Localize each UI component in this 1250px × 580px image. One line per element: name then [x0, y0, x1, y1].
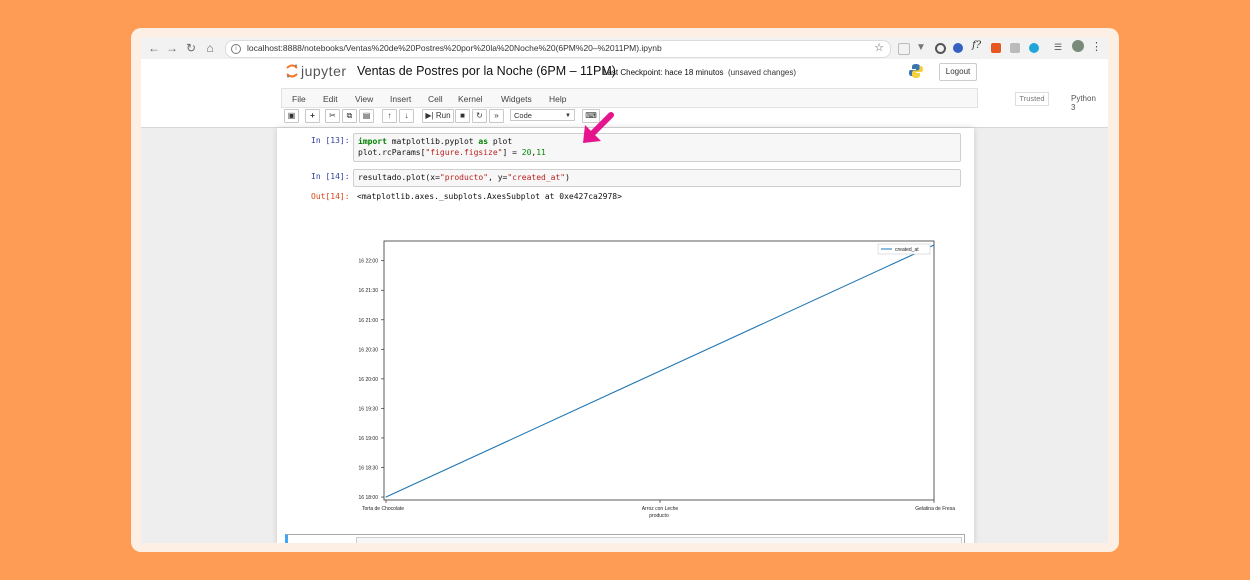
jupyter-header: jupyter Ventas de Postres por la Noche (…	[141, 59, 1108, 128]
address-bar[interactable]: i localhost:8888/notebooks/Ventas%20de%2…	[225, 40, 891, 58]
line-chart: 16 18:00 16 18:30 16 19:00 16 19:30 16 20:00…	[359, 240, 955, 519]
menu-widgets[interactable]: Widgets	[501, 94, 532, 104]
unsaved-status: (unsaved changes)	[728, 68, 797, 77]
notebook-container: In [13]: import matplotlib.pyplot as plo…	[277, 128, 974, 543]
url-text: localhost:8888/notebooks/Ventas%20de%20P…	[247, 43, 662, 53]
extension-orange-icon[interactable]	[991, 43, 1001, 53]
run-icon: ▶|	[425, 111, 434, 120]
code-string: "producto"	[439, 173, 489, 182]
x-axis-label: producto	[649, 513, 669, 519]
profile-avatar[interactable]	[1072, 40, 1084, 52]
menu-view[interactable]: View	[355, 94, 373, 104]
trusted-badge[interactable]: Trusted	[1015, 92, 1049, 106]
notebook-toolbar: ▣ + ✂ ⧉ ▤ ↑ ↓ ▶| Run ■ ↻ » Code ▼ ⌨	[281, 109, 978, 125]
browser-window: ← → ↻ ⌂ i localhost:8888/notebooks/Venta…	[141, 37, 1108, 543]
run-label: Run	[435, 111, 451, 120]
checkpoint-status: Last Checkpoint: hace 18 minutos	[603, 68, 724, 77]
x-tick-label: Arroz con Leche	[642, 506, 679, 512]
extension-formula-icon[interactable]: f?	[972, 40, 982, 51]
save-icon[interactable]: ▣	[284, 109, 299, 123]
logout-button[interactable]: Logout	[939, 63, 977, 81]
home-icon[interactable]: ⌂	[203, 41, 217, 55]
cell-14-prompt: In [14]:	[311, 172, 350, 181]
data-point	[385, 496, 387, 498]
copy-icon[interactable]: ⧉	[342, 109, 357, 123]
code-line: resultado.plot(x="producto", y="created_…	[358, 173, 570, 182]
y-tick-label: 16 21:00	[359, 318, 379, 324]
data-point	[659, 370, 661, 372]
extension-doc-icon[interactable]	[1010, 43, 1020, 53]
cut-icon[interactable]: ✂	[325, 109, 340, 123]
back-icon[interactable]: ←	[147, 41, 161, 55]
y-tick-label: 16 19:00	[359, 436, 379, 442]
next-cell[interactable]	[285, 534, 965, 543]
restart-icon[interactable]: ↻	[472, 109, 487, 123]
code-keyword: as	[478, 137, 489, 146]
menu-insert[interactable]: Insert	[390, 94, 411, 104]
y-tick-label: 16 21:30	[359, 288, 379, 294]
extension-vee-icon[interactable]: ▼	[916, 42, 926, 53]
y-tick-label: 16 22:00	[359, 259, 379, 265]
cell-13-input[interactable]: import matplotlib.pyplot as plot plot.rc…	[353, 133, 961, 162]
interrupt-icon[interactable]: ■	[455, 109, 470, 123]
code-string: "created_at"	[507, 173, 566, 182]
code-keyword: import	[358, 137, 387, 146]
reload-icon[interactable]: ↻	[184, 41, 198, 55]
menu-edit[interactable]: Edit	[323, 94, 338, 104]
bookmark-star-icon[interactable]: ☆	[874, 41, 884, 54]
jupyter-logo-text[interactable]: jupyter	[301, 63, 347, 79]
y-tick-label: 16 18:30	[359, 466, 379, 472]
browser-menu-icon[interactable]: ⋮	[1091, 40, 1102, 53]
insert-cell-icon[interactable]: +	[305, 109, 320, 123]
python-logo-icon	[909, 64, 923, 78]
cell-13-prompt: In [13]:	[311, 136, 350, 145]
menu-file[interactable]: File	[292, 94, 306, 104]
extension-block-icon[interactable]	[935, 43, 946, 54]
cell-14-output-text: <matplotlib.axes._subplots.AxesSubplot a…	[357, 192, 622, 201]
x-tick-label: Torta de Chocolate	[362, 506, 404, 512]
y-tick-label: 16 20:00	[359, 377, 379, 383]
menu-help[interactable]: Help	[549, 94, 566, 104]
plot-frame	[383, 240, 935, 501]
extension-list-icon[interactable]: ☰	[1054, 42, 1064, 52]
extension-square-icon[interactable]	[898, 43, 910, 55]
move-down-icon[interactable]: ↓	[399, 109, 414, 123]
jupyter-logo-icon	[286, 64, 298, 78]
extension-blue-icon[interactable]	[953, 43, 963, 53]
y-tick-label: 16 18:00	[359, 495, 379, 501]
next-cell-input[interactable]	[356, 537, 962, 543]
forward-icon[interactable]: →	[165, 41, 179, 55]
cell-14-out-prompt: Out[14]:	[311, 192, 350, 201]
code-number: 20	[521, 148, 532, 157]
cell-type-value: Code	[514, 111, 532, 120]
y-tick-label: 16 20:30	[359, 347, 379, 353]
cell-type-select[interactable]: Code ▼	[510, 109, 575, 121]
kernel-name: Python 3	[1071, 94, 1096, 112]
chevron-down-icon: ▼	[565, 113, 571, 119]
code-string: "figure.figsize"	[425, 148, 503, 157]
x-tick-label: Gelatina de Fresa	[915, 506, 955, 512]
code-line: import matplotlib.pyplot as plot	[358, 137, 513, 146]
menu-bar: File Edit View Insert Cell Kernel Widget…	[281, 88, 1096, 112]
annotation-arrow-icon	[583, 112, 614, 143]
menu-cell[interactable]: Cell	[428, 94, 443, 104]
code-line: plot.rcParams["figure.figsize"] = 20,11	[358, 148, 546, 157]
y-tick-label: 16 19:30	[359, 406, 379, 412]
notebook-title[interactable]: Ventas de Postres por la Noche (6PM – 11…	[357, 64, 616, 78]
paste-icon[interactable]: ▤	[359, 109, 374, 123]
browser-toolbar: ← → ↻ ⌂ i localhost:8888/notebooks/Venta…	[141, 37, 1108, 60]
menu-kernel[interactable]: Kernel	[458, 94, 483, 104]
code-number: 11	[536, 148, 546, 157]
info-icon[interactable]: i	[231, 44, 241, 54]
legend-label: created_at	[895, 247, 919, 253]
data-point	[933, 244, 935, 246]
extension-cyan-icon[interactable]	[1029, 43, 1039, 53]
restart-run-all-icon[interactable]: »	[489, 109, 504, 123]
cell-14-input[interactable]: resultado.plot(x="producto", y="created_…	[353, 169, 961, 187]
run-button[interactable]: ▶| Run	[422, 109, 454, 123]
move-up-icon[interactable]: ↑	[382, 109, 397, 123]
